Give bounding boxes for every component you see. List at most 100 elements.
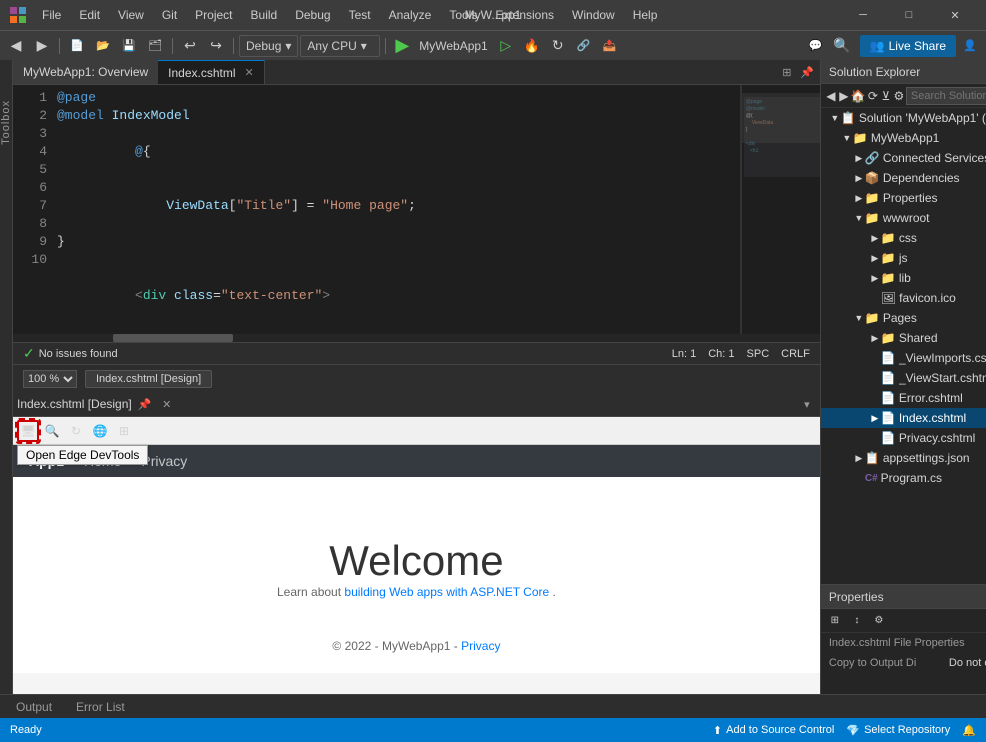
prop-settings-button[interactable]: ⚙ xyxy=(869,611,889,631)
forward-button[interactable]: ▶ xyxy=(30,35,54,57)
back-button[interactable]: ◀ xyxy=(4,35,28,57)
hot-reload-button[interactable]: 🔥 xyxy=(520,35,544,57)
tree-css[interactable]: ▶ 📁 css xyxy=(821,228,986,248)
maximize-button[interactable]: □ xyxy=(886,0,932,30)
undo-button[interactable]: ↩ xyxy=(178,35,202,57)
pin-tab-button[interactable]: 📌 xyxy=(798,63,816,81)
js-label: js xyxy=(899,251,986,265)
split-editor-button[interactable]: ⊞ xyxy=(778,63,796,81)
browser-link-button[interactable]: 🔗 xyxy=(572,35,596,57)
menu-analyze[interactable]: Analyze xyxy=(381,6,440,24)
tree-error-cshtml[interactable]: ▶ 📄 Error.cshtml xyxy=(821,388,986,408)
line-info: Ln: 1 xyxy=(672,348,696,360)
tree-pages[interactable]: ▼ 📁 Pages xyxy=(821,308,986,328)
redo-button[interactable]: ↪ xyxy=(204,35,228,57)
design-refresh-button[interactable]: ↻ xyxy=(65,420,87,442)
pages-label: Pages xyxy=(883,311,986,325)
menu-window[interactable]: Window xyxy=(564,6,623,24)
account-button[interactable]: 👤 xyxy=(958,35,982,57)
output-tab[interactable]: Output xyxy=(8,698,60,716)
tree-favicon[interactable]: ▶ 🖼 favicon.ico xyxy=(821,288,986,308)
tree-dependencies[interactable]: ▶ 📦 Dependencies xyxy=(821,168,986,188)
scrollbar-thumb[interactable] xyxy=(113,334,233,342)
prop-alphabetical-button[interactable]: ↕ xyxy=(847,611,867,631)
tree-appsettings[interactable]: ▶ 📋 appsettings.json xyxy=(821,448,986,468)
live-share-button[interactable]: 👥 Live Share xyxy=(860,35,956,57)
save-button[interactable]: 💾 xyxy=(117,35,141,57)
menu-help[interactable]: Help xyxy=(625,6,666,24)
tree-wwwroot[interactable]: ▼ 📁 wwwroot xyxy=(821,208,986,228)
minimize-button[interactable]: ─ xyxy=(840,0,886,30)
save-all-button[interactable]: 🗂 xyxy=(143,35,167,57)
menu-edit[interactable]: Edit xyxy=(71,6,108,24)
code-editor[interactable]: 12345678910 @page @model IndexModel @{ V… xyxy=(13,85,820,334)
se-forward-button[interactable]: ▶ xyxy=(838,86,850,106)
start-without-debug-button[interactable]: ▷ xyxy=(494,35,518,57)
editor-scrollbar[interactable] xyxy=(13,334,820,342)
tree-lib[interactable]: ▶ 📁 lib xyxy=(821,268,986,288)
se-settings-button[interactable]: ⚙ xyxy=(893,86,905,106)
footer-privacy-link[interactable]: Privacy xyxy=(461,639,500,653)
design-device-button[interactable]: 🖥 xyxy=(17,420,39,442)
tree-privacy-cshtml[interactable]: ▶ 📄 Privacy.cshtml xyxy=(821,428,986,448)
code-line: ViewData["Title"] = "Home page"; xyxy=(53,179,740,233)
welcome-link[interactable]: building Web apps with ASP.NET Core xyxy=(344,585,549,599)
project-label: MyWebApp1 xyxy=(871,131,986,145)
feedback-button[interactable]: 💬 xyxy=(804,35,828,57)
se-home-button[interactable]: 🏠 xyxy=(851,86,866,106)
menu-project[interactable]: Project xyxy=(187,6,240,24)
toolbox-label[interactable]: Toolbox xyxy=(0,100,12,145)
tree-index-cshtml[interactable]: ▶ 📄 Index.cshtml xyxy=(821,408,986,428)
refresh-button[interactable]: ↻ xyxy=(546,35,570,57)
deploy-button[interactable]: 📤 xyxy=(598,35,622,57)
design-grid-button[interactable]: ⊞ xyxy=(113,420,135,442)
start-debug-button[interactable]: ▶ xyxy=(391,35,413,56)
close-design-tab[interactable]: ✕ xyxy=(158,395,176,413)
menu-file[interactable]: File xyxy=(34,6,69,24)
menu-build[interactable]: Build xyxy=(243,6,286,24)
zoom-dropdown[interactable]: 100 % xyxy=(23,370,77,388)
tree-viewimports[interactable]: ▶ 📄 _ViewImports.cshtml xyxy=(821,348,986,368)
error-list-tab[interactable]: Error List xyxy=(68,698,133,716)
preview-button[interactable]: Index.cshtml [Design] xyxy=(85,370,212,388)
design-link-button[interactable]: 🌐 xyxy=(89,420,111,442)
menu-view[interactable]: View xyxy=(110,6,152,24)
search-button[interactable]: 🔍 xyxy=(830,35,854,57)
tree-shared[interactable]: ▶ 📁 Shared xyxy=(821,328,986,348)
pin-design-tab[interactable]: 📌 xyxy=(136,395,154,413)
tree-project-root[interactable]: ▼ 📁 MyWebApp1 xyxy=(821,128,986,148)
debug-config-dropdown[interactable]: Debug ▾ xyxy=(239,35,298,57)
se-back-button[interactable]: ◀ xyxy=(825,86,837,106)
editor-tab-index-cshtml[interactable]: Index.cshtml ✕ xyxy=(158,60,265,84)
prop-categorized-button[interactable]: ⊞ xyxy=(825,611,845,631)
close-tab-icon[interactable]: ✕ xyxy=(245,66,254,79)
tree-viewstart[interactable]: ▶ 📄 _ViewStart.cshtml xyxy=(821,368,986,388)
menu-git[interactable]: Git xyxy=(154,6,185,24)
add-to-source-control[interactable]: ⬆ Add to Source Control xyxy=(713,724,834,737)
app-name-label: MyWebApp1 xyxy=(415,39,491,53)
design-tab-label[interactable]: Index.cshtml [Design] xyxy=(17,397,132,411)
close-button[interactable]: ✕ xyxy=(932,0,978,30)
tree-js[interactable]: ▶ 📁 js xyxy=(821,248,986,268)
se-search-input[interactable] xyxy=(906,87,986,105)
bell-icon[interactable]: 🔔 xyxy=(962,724,976,737)
platform-dropdown[interactable]: Any CPU ▾ xyxy=(300,35,380,57)
project-icon: 📁 xyxy=(853,131,868,145)
tree-solution-root[interactable]: ▼ 📋 Solution 'MyWebApp1' (1 of 1 project… xyxy=(821,108,986,128)
window-title: MyW...pp1 xyxy=(465,8,522,22)
collapse-design-button[interactable]: ▾ xyxy=(798,395,816,413)
tree-properties[interactable]: ▶ 📁 Properties xyxy=(821,188,986,208)
code-content[interactable]: @page @model IndexModel @{ ViewData["Tit… xyxy=(53,85,740,334)
select-repository[interactable]: 💎 Select Repository xyxy=(846,724,950,737)
design-inspect-button[interactable]: 🔍 xyxy=(41,420,63,442)
overview-tab[interactable]: MyWebApp1: Overview xyxy=(13,60,158,84)
se-filter-button[interactable]: ⊻ xyxy=(880,86,892,106)
se-sync-button[interactable]: ⟳ xyxy=(867,86,879,106)
main-layout: Toolbox MyWebApp1: Overview Index.cshtml… xyxy=(0,60,986,694)
tree-connected-services[interactable]: ▶ 🔗 Connected Services xyxy=(821,148,986,168)
new-file-button[interactable]: 📄 xyxy=(65,35,89,57)
menu-test[interactable]: Test xyxy=(341,6,379,24)
menu-debug[interactable]: Debug xyxy=(287,6,338,24)
open-button[interactable]: 📂 xyxy=(91,35,115,57)
tree-program-cs[interactable]: ▶ C# Program.cs xyxy=(821,468,986,488)
